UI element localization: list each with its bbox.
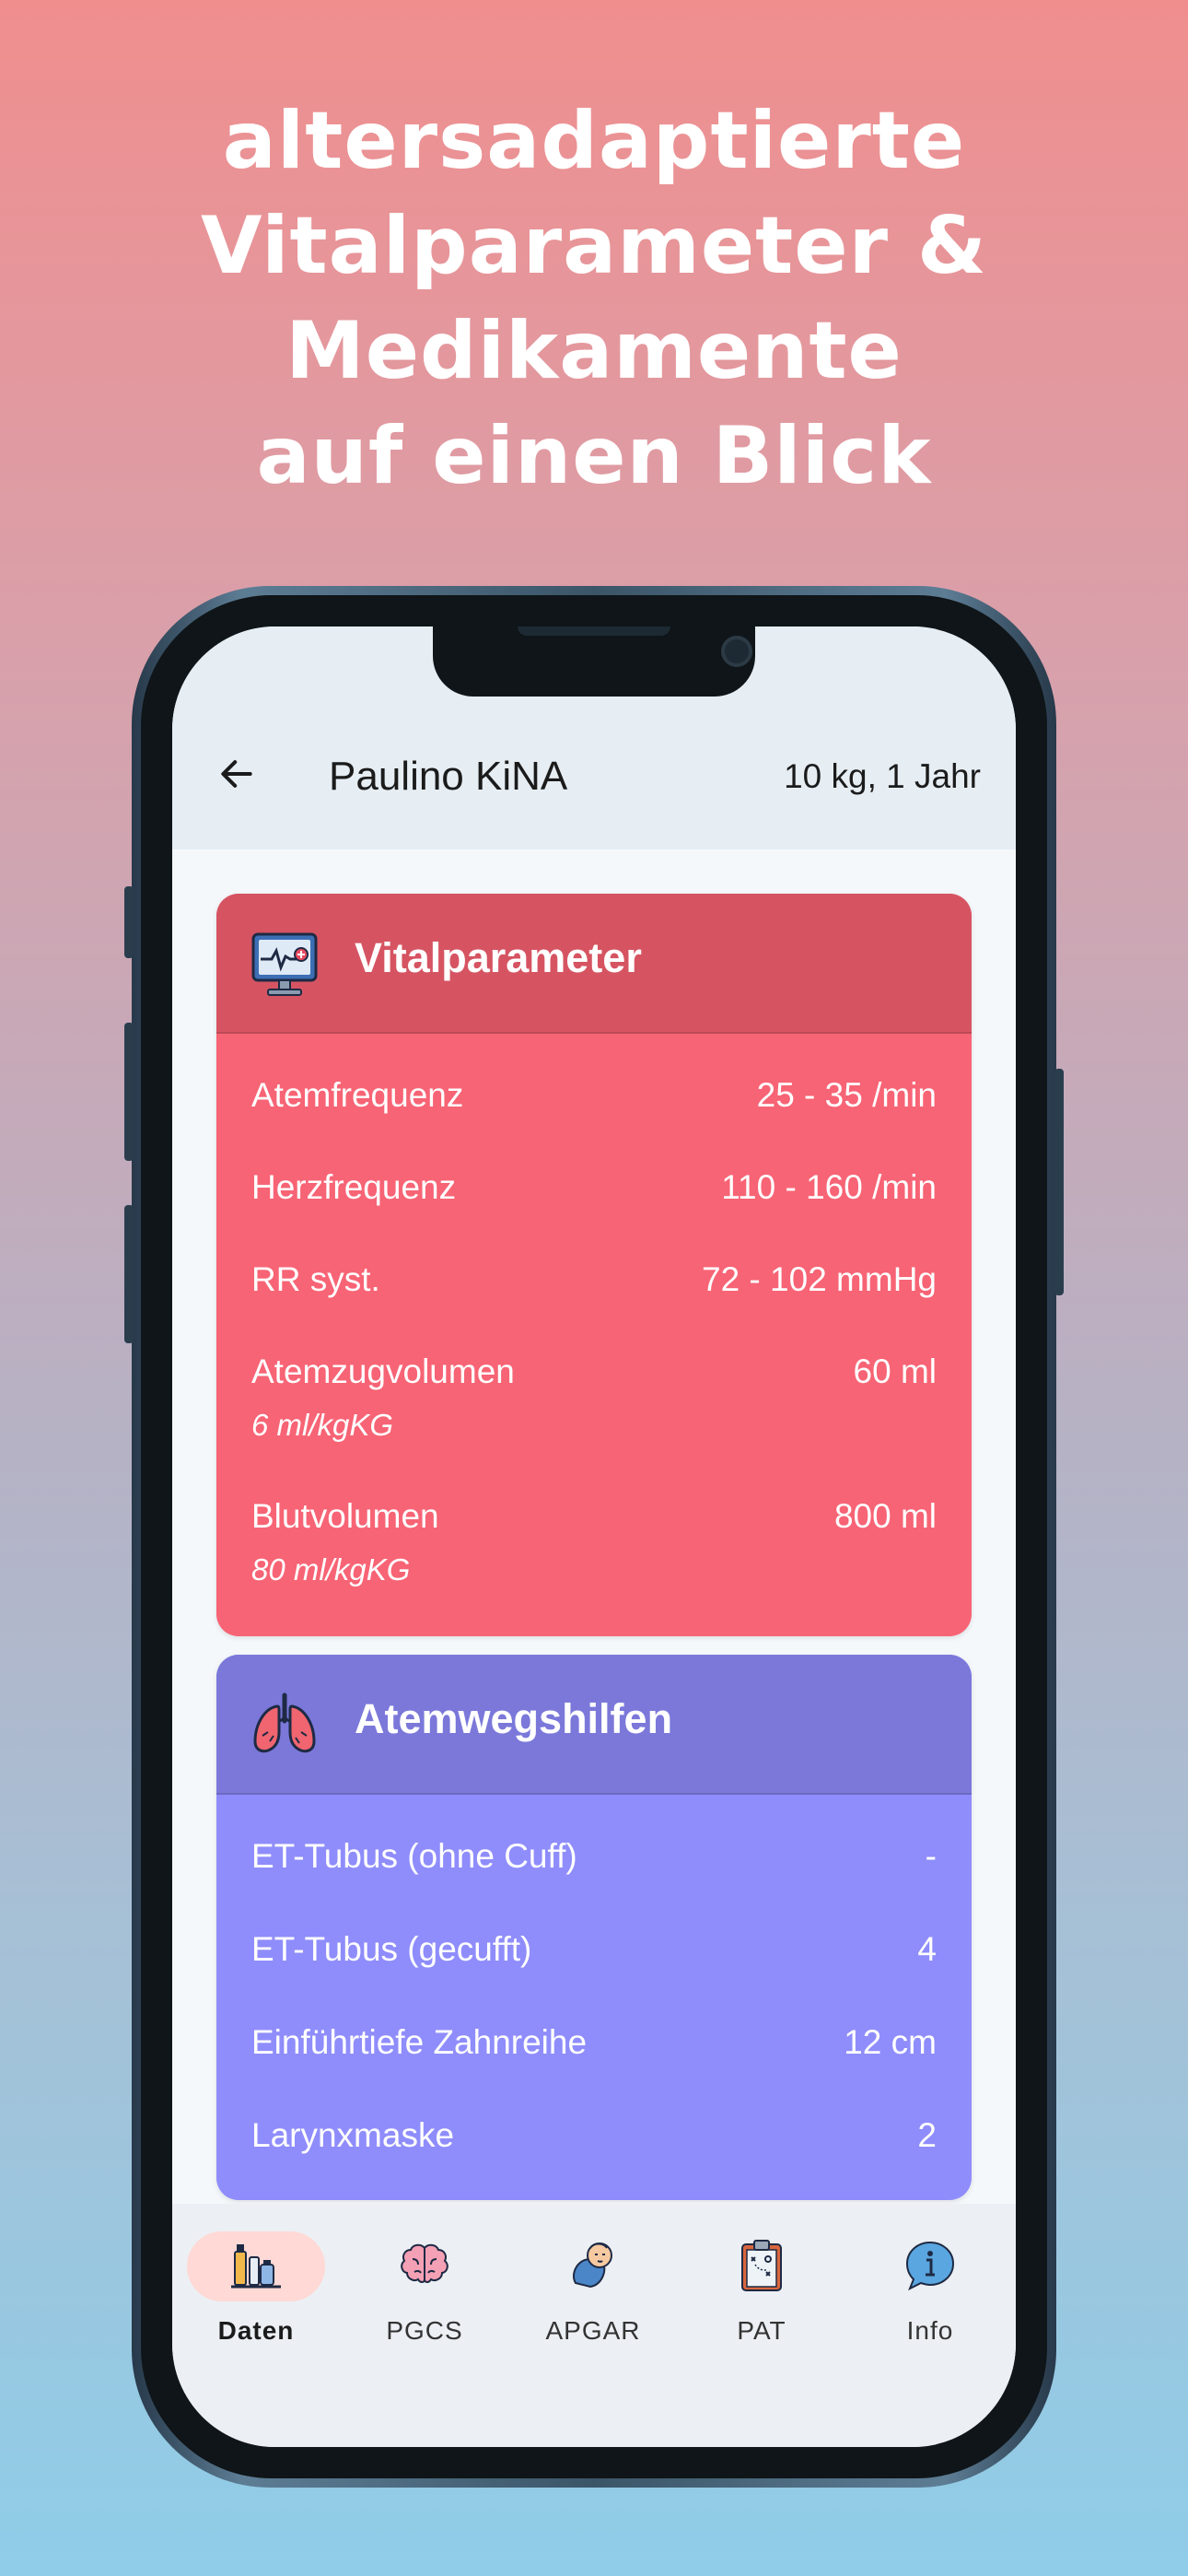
earpiece-speaker [518, 626, 670, 636]
notch [433, 626, 755, 697]
front-camera [721, 636, 752, 667]
airway-row-et-tubus-ohne-cuff: ET-Tubus (ohne Cuff) - [216, 1837, 972, 1930]
clipboard-icon [741, 2240, 782, 2291]
airway-row-einfuehrtiefe: Einführtiefe Zahnreihe 12 cm [216, 2023, 972, 2116]
nav-label: PAT [737, 2316, 786, 2345]
vital-row-value: 110 - 160 /min [721, 1168, 937, 1206]
atemwegshilfen-card-header: Atemwegshilfen [216, 1655, 972, 1795]
vital-row-label: Herzfrequenz [251, 1168, 457, 1206]
airway-row-et-tubus-gecufft: ET-Tubus (gecufft) 4 [216, 1930, 972, 2023]
info-icon [905, 2241, 955, 2291]
atemwegshilfen-title: Atemwegshilfen [355, 1695, 673, 1742]
headline-line-3: Medikamente [285, 305, 903, 397]
nav-item-daten[interactable]: Daten [187, 2231, 325, 2360]
phone-screen: Paulino KiNA 10 kg, 1 Jahr Vitalparamete… [172, 626, 1016, 2447]
airway-row-value: 4 [917, 1930, 937, 1968]
vital-row-value: 60 ml [853, 1352, 937, 1390]
back-button[interactable] [209, 746, 264, 802]
volume-up-button [124, 1023, 134, 1161]
airway-row-label: Larynxmaske [251, 2116, 455, 2154]
nav-item-info[interactable]: Info [861, 2231, 999, 2360]
lungs-icon [253, 1692, 316, 1753]
nav-label: PGCS [386, 2316, 463, 2345]
nav-label: Info [906, 2316, 954, 2345]
headline-line-2: Vitalparameter & [201, 200, 987, 292]
vitalparameter-title: Vitalparameter [355, 934, 642, 981]
volume-down-button [124, 1205, 134, 1343]
vital-row-label: Atemfrequenz [251, 1076, 464, 1114]
vital-row-subtext: 6 ml/kgKG [251, 1408, 394, 1442]
arrow-left-icon [221, 760, 252, 788]
vitalparameter-card-header: Vitalparameter [216, 894, 972, 1034]
patient-weight-age: 10 kg, 1 Jahr [784, 757, 981, 795]
airway-row-label: Einführtiefe Zahnreihe [251, 2023, 588, 2061]
vital-row-label: RR syst. [251, 1260, 380, 1298]
airway-row-label: ET-Tubus (gecufft) [251, 1930, 532, 1968]
atemwegshilfen-card: Atemwegshilfen ET-Tubus (ohne Cuff) - ET… [216, 1655, 972, 2200]
vital-row-value: 72 - 102 mmHg [702, 1260, 937, 1298]
power-button [1054, 1069, 1064, 1295]
nav-item-pat[interactable]: PAT [693, 2231, 831, 2360]
vital-row-label: Blutvolumen [251, 1497, 439, 1535]
airway-row-larynxmaske: Larynxmaske 2 [216, 2116, 972, 2200]
headline-line-1: altersadaptierte [222, 95, 966, 187]
vital-row-rr-syst: RR syst. 72 - 102 mmHg [216, 1260, 972, 1352]
headline-line-4: auf einen Blick [256, 410, 932, 502]
vitalparameter-card: Vitalparameter Atemfrequenz 25 - 35 /min… [216, 894, 972, 1636]
vital-row-label: Atemzugvolumen [251, 1352, 515, 1390]
airway-row-value: 2 [917, 2116, 937, 2154]
vital-row-herzfrequenz: Herzfrequenz 110 - 160 /min [216, 1168, 972, 1260]
vital-row-atemfrequenz: Atemfrequenz 25 - 35 /min [216, 1076, 972, 1168]
airway-row-value: - [925, 1837, 937, 1875]
vital-row-value: 25 - 35 /min [756, 1076, 937, 1114]
medication-vials-icon [231, 2244, 281, 2289]
airway-row-value: 12 cm [844, 2023, 937, 2061]
promo-headline: altersadaptierte Vitalparameter & Medika… [0, 88, 1188, 509]
brain-icon [401, 2243, 448, 2283]
nav-item-pgcs[interactable]: PGCS [355, 2231, 494, 2360]
airway-row-label: ET-Tubus (ohne Cuff) [251, 1837, 577, 1875]
vital-row-atemzugvolumen: Atemzugvolumen 60 ml 6 ml/kgKG [216, 1352, 972, 1497]
vital-row-blutvolumen: Blutvolumen 800 ml 80 ml/kgKG [216, 1497, 972, 1636]
monitor-icon [251, 932, 318, 996]
bottom-navigation: Daten PGCS APGAR PAT Info [172, 2204, 1016, 2447]
vital-row-value: 800 ml [833, 1497, 937, 1535]
nav-item-apgar[interactable]: APGAR [524, 2231, 662, 2360]
vital-row-subtext: 80 ml/kgKG [251, 1552, 411, 1587]
baby-icon [573, 2242, 612, 2289]
nav-label: Daten [217, 2316, 295, 2345]
patient-title: Paulino KiNA [329, 754, 568, 799]
action-button [124, 886, 134, 958]
nav-label: APGAR [545, 2316, 641, 2345]
